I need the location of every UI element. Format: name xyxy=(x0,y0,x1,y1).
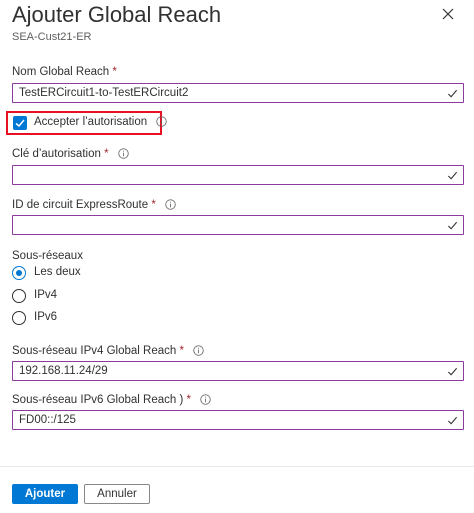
ipv6-subnet-label: Sous-réseau IPv6 Global Reach ) * xyxy=(12,394,211,406)
accept-auth-label: Accepter l’autorisation xyxy=(34,116,168,128)
panel-subtitle: SEA-Cust21-ER xyxy=(12,31,92,43)
accept-auth-label-text: Accepter l’autorisation xyxy=(34,116,148,128)
required-mark: * xyxy=(186,394,191,406)
required-mark: * xyxy=(112,66,117,78)
ipv4-subnet-field[interactable]: 192.168.11.24/29 xyxy=(12,361,464,381)
footer-divider xyxy=(0,466,474,467)
checkmark-icon xyxy=(447,367,458,376)
accept-auth-checkbox[interactable] xyxy=(13,116,27,130)
radio-ipv6[interactable] xyxy=(12,311,26,325)
info-icon[interactable] xyxy=(200,394,211,406)
add-button[interactable]: Ajouter xyxy=(12,484,78,504)
circuit-id-label-text: ID de circuit ExpressRoute xyxy=(12,199,149,211)
name-label: Nom Global Reach * xyxy=(12,66,117,78)
checkmark-icon xyxy=(447,416,458,425)
panel-title: Ajouter Global Reach xyxy=(12,2,222,27)
required-mark: * xyxy=(151,199,156,211)
radio-ipv6-label: IPv6 xyxy=(34,311,58,323)
ipv4-subnet-label-text: Sous-réseau IPv4 Global Reach xyxy=(12,345,177,357)
radio-ipv4-label: IPv4 xyxy=(34,289,58,301)
ipv4-subnet-label: Sous-réseau IPv4 Global Reach * xyxy=(12,345,204,357)
info-icon[interactable] xyxy=(165,199,176,211)
cancel-button[interactable]: Annuler xyxy=(84,484,150,504)
checkmark-icon xyxy=(447,171,458,180)
required-mark: * xyxy=(104,148,109,160)
name-field-value: TestERCircuit1-to-TestERCircuit2 xyxy=(19,87,189,99)
required-mark: * xyxy=(179,345,184,357)
subnets-label: Sous-réseaux xyxy=(12,250,83,262)
info-icon[interactable] xyxy=(156,116,168,128)
radio-both-label: Les deux xyxy=(34,266,81,278)
close-icon[interactable] xyxy=(440,6,456,22)
radio-ipv4[interactable] xyxy=(12,289,26,303)
circuit-id-label: ID de circuit ExpressRoute * xyxy=(12,199,176,211)
radio-both[interactable] xyxy=(12,266,26,280)
name-label-text: Nom Global Reach xyxy=(12,66,110,78)
checkbox-check-icon xyxy=(15,119,25,128)
auth-key-field[interactable] xyxy=(12,165,464,185)
auth-key-label: Clé d’autorisation * xyxy=(12,148,129,160)
name-field[interactable]: TestERCircuit1-to-TestERCircuit2 xyxy=(12,83,464,103)
ipv6-subnet-label-text: Sous-réseau IPv6 Global Reach ) xyxy=(12,394,184,406)
ipv4-subnet-value: 192.168.11.24/29 xyxy=(19,365,108,377)
checkmark-icon xyxy=(447,221,458,230)
auth-key-label-text: Clé d’autorisation xyxy=(12,148,101,160)
ipv6-subnet-value: FD00::/125 xyxy=(19,414,76,426)
checkmark-icon xyxy=(447,89,458,98)
circuit-id-field[interactable] xyxy=(12,215,464,235)
info-icon[interactable] xyxy=(193,345,204,357)
ipv6-subnet-field[interactable]: FD00::/125 xyxy=(12,410,464,430)
info-icon[interactable] xyxy=(118,148,129,160)
